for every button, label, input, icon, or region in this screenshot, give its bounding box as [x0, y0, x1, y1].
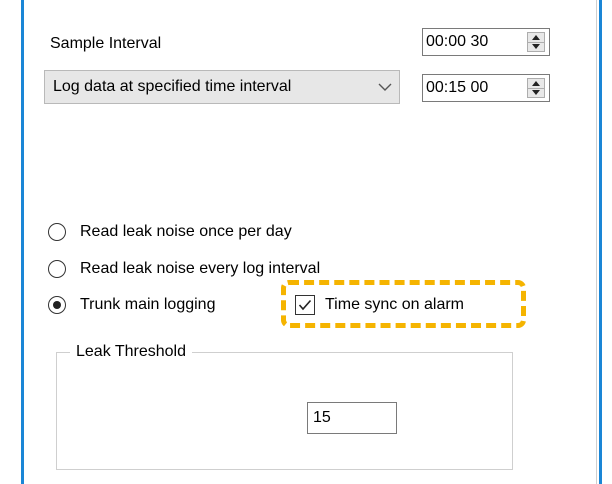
- sample-interval-spinner[interactable]: 00:00 30: [422, 28, 550, 56]
- window-border-right: [599, 0, 602, 484]
- log-interval-spinner[interactable]: 00:15 00: [422, 74, 550, 102]
- arrow-up-icon: [532, 34, 540, 40]
- time-sync-checkbox[interactable]: [295, 295, 315, 315]
- leak-threshold-group: [56, 352, 513, 470]
- radio-read-once-label: Read leak noise once per day: [80, 223, 292, 240]
- spin-up-button[interactable]: [528, 79, 544, 88]
- time-sync-checkbox-row[interactable]: Time sync on alarm: [295, 293, 464, 317]
- log-mode-selected: Log data at specified time interval: [53, 78, 292, 95]
- spin-down-button[interactable]: [528, 87, 544, 98]
- radio-trunk-label: Trunk main logging: [80, 296, 216, 313]
- radio-dot-icon: [53, 301, 61, 309]
- leak-threshold-title: Leak Threshold: [70, 343, 192, 361]
- leak-threshold-input[interactable]: 15: [307, 402, 397, 434]
- radio-button[interactable]: [48, 260, 66, 278]
- spin-up-button[interactable]: [528, 33, 544, 42]
- chevron-down-icon: [371, 83, 399, 92]
- panel-divider: [596, 0, 597, 484]
- time-sync-label: Time sync on alarm: [325, 296, 464, 313]
- sample-interval-label: Sample Interval: [50, 35, 162, 52]
- arrow-down-icon: [532, 90, 540, 96]
- radio-read-once-per-day[interactable]: Read leak noise once per day: [48, 221, 292, 243]
- settings-panel: Sample Interval 00:00 30 Log data at spe…: [0, 0, 612, 484]
- arrow-down-icon: [532, 44, 540, 50]
- radio-trunk-main-logging[interactable]: Trunk main logging: [48, 294, 215, 316]
- radio-button-selected[interactable]: [48, 296, 66, 314]
- log-interval-value[interactable]: 00:15 00: [423, 75, 527, 101]
- log-mode-dropdown[interactable]: Log data at specified time interval: [44, 70, 400, 104]
- checkmark-icon: [298, 299, 312, 311]
- window-border-left: [21, 0, 24, 484]
- sample-interval-spin-buttons[interactable]: [527, 32, 545, 52]
- spin-down-button[interactable]: [528, 41, 544, 52]
- arrow-up-icon: [532, 80, 540, 86]
- radio-read-every-label: Read leak noise every log interval: [80, 260, 321, 277]
- log-interval-spin-buttons[interactable]: [527, 78, 545, 98]
- sample-interval-value[interactable]: 00:00 30: [423, 29, 527, 55]
- radio-button[interactable]: [48, 223, 66, 241]
- radio-read-every-interval[interactable]: Read leak noise every log interval: [48, 258, 320, 280]
